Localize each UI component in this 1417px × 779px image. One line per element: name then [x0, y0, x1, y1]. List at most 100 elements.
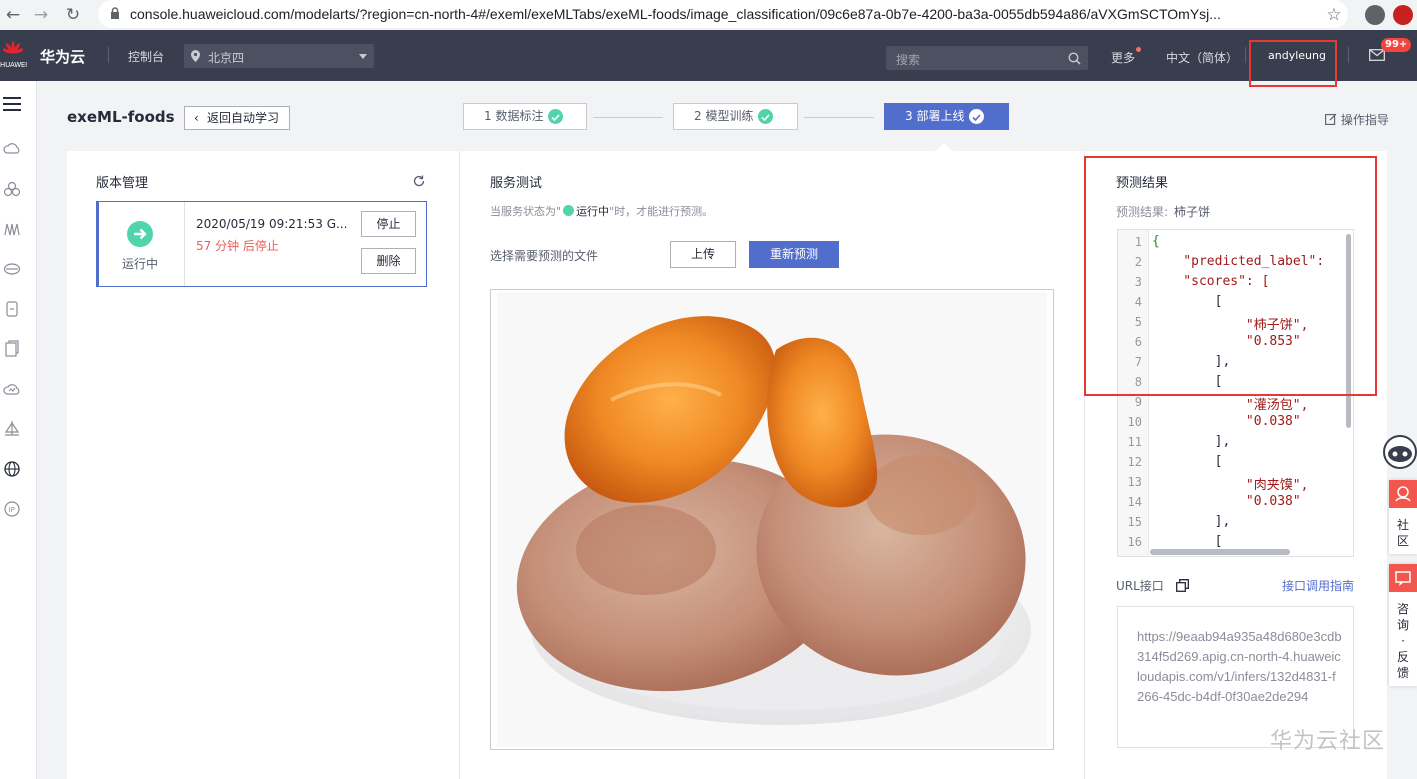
- operation-guide-link[interactable]: 操作指导: [1325, 111, 1389, 128]
- menu-icon[interactable]: [3, 97, 21, 111]
- json-line: ],: [1152, 514, 1231, 529]
- browser-toolbar: ← → ↻ console.huaweicloud.com/modelarts/…: [0, 0, 1417, 31]
- chat-bubble-icon: [1389, 564, 1417, 592]
- mail-count-badge: 99+: [1381, 38, 1412, 52]
- storage-icon[interactable]: [3, 260, 21, 278]
- json-line: "灌汤包",: [1152, 398, 1309, 413]
- step-connector: [593, 117, 663, 118]
- line-number: 16: [1127, 535, 1142, 549]
- page-title: exeML-foods: [67, 108, 175, 126]
- feedback-tab[interactable]: 咨询·反馈: [1389, 564, 1417, 686]
- lock-icon: [111, 7, 119, 19]
- panel-divider: [459, 151, 460, 779]
- nav-divider: [1348, 47, 1349, 63]
- region-label: 北京四: [208, 51, 245, 65]
- step-label: 2 模型训练: [694, 109, 754, 123]
- line-number: 15: [1127, 515, 1142, 529]
- version-timestamp: 2020/05/19 09:21:53 G...: [196, 217, 348, 231]
- horizontal-scrollbar[interactable]: [1150, 549, 1290, 555]
- database-icon[interactable]: [3, 300, 21, 318]
- search-placeholder: 搜索: [896, 53, 921, 67]
- network-icon[interactable]: [3, 220, 21, 238]
- step-data-labeling[interactable]: 1 数据标注: [463, 103, 587, 130]
- chevron-left-icon: ‹: [194, 111, 199, 125]
- service-hint: 当服务状态为" 运行中"时，才能进行预测。: [490, 203, 713, 219]
- refresh-icon[interactable]: [413, 175, 425, 187]
- step-label: 3 部署上线: [905, 109, 965, 123]
- language-switch[interactable]: 中文（简体）: [1166, 49, 1238, 66]
- reload-icon[interactable]: ↻: [62, 4, 84, 26]
- check-icon: [969, 109, 984, 124]
- huawei-logo[interactable]: HUAWEI: [0, 40, 28, 72]
- edit-icon: [1325, 113, 1337, 125]
- step-deploy[interactable]: 3 部署上线: [884, 103, 1009, 130]
- profile-icon[interactable]: [1365, 5, 1385, 25]
- huawei-flower-icon: [3, 41, 23, 54]
- globe-icon[interactable]: [3, 460, 21, 478]
- extension-icon[interactable]: [1393, 5, 1413, 25]
- region-select[interactable]: 北京四: [184, 44, 374, 68]
- search-icon[interactable]: [1068, 52, 1081, 65]
- community-tab[interactable]: 社区: [1389, 480, 1417, 554]
- uploaded-image-preview: [490, 289, 1054, 750]
- check-icon: [758, 109, 773, 124]
- version-card[interactable]: 运行中 2020/05/19 09:21:53 G... 57 分钟 后停止 停…: [96, 201, 427, 287]
- bookmark-star-icon[interactable]: ☆: [1323, 4, 1345, 26]
- cluster-icon[interactable]: [3, 180, 21, 198]
- step-model-training[interactable]: 2 模型训练: [673, 103, 798, 130]
- line-number: 12: [1127, 455, 1142, 469]
- brand-name[interactable]: 华为云: [40, 46, 85, 67]
- top-navigation: HUAWEI 华为云 控制台 北京四 搜索 更多 中文（简体） andyleun…: [0, 30, 1417, 81]
- line-number: 10: [1127, 415, 1142, 429]
- json-line: "0.038": [1152, 494, 1301, 509]
- auto-stop-countdown: 57 分钟 后停止: [196, 239, 279, 253]
- logo-wordmark: HUAWEI: [0, 61, 28, 69]
- card-divider: [184, 202, 185, 286]
- json-line: ],: [1152, 434, 1231, 449]
- feedback-label: 咨询·反馈: [1396, 602, 1409, 680]
- result-highlight-box: [1084, 156, 1377, 396]
- line-number: 11: [1127, 435, 1142, 449]
- chevron-down-icon: [359, 54, 367, 59]
- forward-arrow-icon[interactable]: →: [30, 4, 52, 26]
- json-line: [: [1152, 534, 1223, 549]
- file-select-label: 选择需要预测的文件: [490, 249, 599, 263]
- upload-button[interactable]: 上传: [670, 241, 736, 268]
- version-panel-title: 版本管理: [96, 176, 149, 191]
- mail-icon[interactable]: [1369, 49, 1385, 61]
- ship-icon[interactable]: [3, 420, 21, 438]
- step-label: 1 数据标注: [484, 109, 544, 123]
- cloud-server-icon[interactable]: [3, 140, 21, 158]
- json-line: "肉夹馍",: [1152, 478, 1309, 493]
- check-icon: [548, 109, 563, 124]
- running-status-icon: [127, 221, 153, 247]
- success-dot-icon: [563, 205, 575, 216]
- more-menu[interactable]: 更多: [1111, 49, 1135, 66]
- console-link[interactable]: 控制台: [128, 48, 164, 65]
- stop-button[interactable]: 停止: [361, 211, 416, 237]
- running-status-label: 运行中: [122, 257, 159, 271]
- address-bar[interactable]: console.huaweicloud.com/modelarts/?regio…: [98, 0, 1348, 28]
- url-text: console.huaweicloud.com/modelarts/?regio…: [130, 6, 1221, 22]
- json-line: [: [1152, 454, 1223, 469]
- hint-suffix: "时，才能进行预测。: [609, 205, 714, 218]
- delete-button[interactable]: 删除: [361, 248, 416, 274]
- api-guide-link[interactable]: 接口调用指南: [1282, 577, 1354, 594]
- back-to-automl-button[interactable]: ‹ 返回自动学习: [184, 106, 290, 130]
- back-button-label: 返回自动学习: [207, 111, 280, 125]
- back-arrow-icon[interactable]: ←: [2, 4, 24, 26]
- watermark: 华为云社区: [1270, 729, 1386, 754]
- ip-icon[interactable]: IP: [3, 500, 21, 518]
- api-url-value: https://9eaab94a935a48d680e3cdb314f5d269…: [1137, 629, 1342, 704]
- repredict-button[interactable]: 重新预测: [749, 241, 839, 268]
- step-connector: [804, 117, 874, 118]
- copy-icon[interactable]: [1175, 579, 1189, 592]
- document-icon[interactable]: [3, 340, 21, 358]
- assistant-robot-icon[interactable]: [1383, 434, 1417, 470]
- cloud-monitor-icon[interactable]: [3, 380, 21, 398]
- search-input[interactable]: 搜索: [886, 46, 1088, 70]
- line-number: 14: [1127, 495, 1142, 509]
- community-label: 社区: [1396, 518, 1409, 548]
- url-label-text: URL接口: [1116, 579, 1164, 593]
- service-test-title: 服务测试: [490, 176, 543, 191]
